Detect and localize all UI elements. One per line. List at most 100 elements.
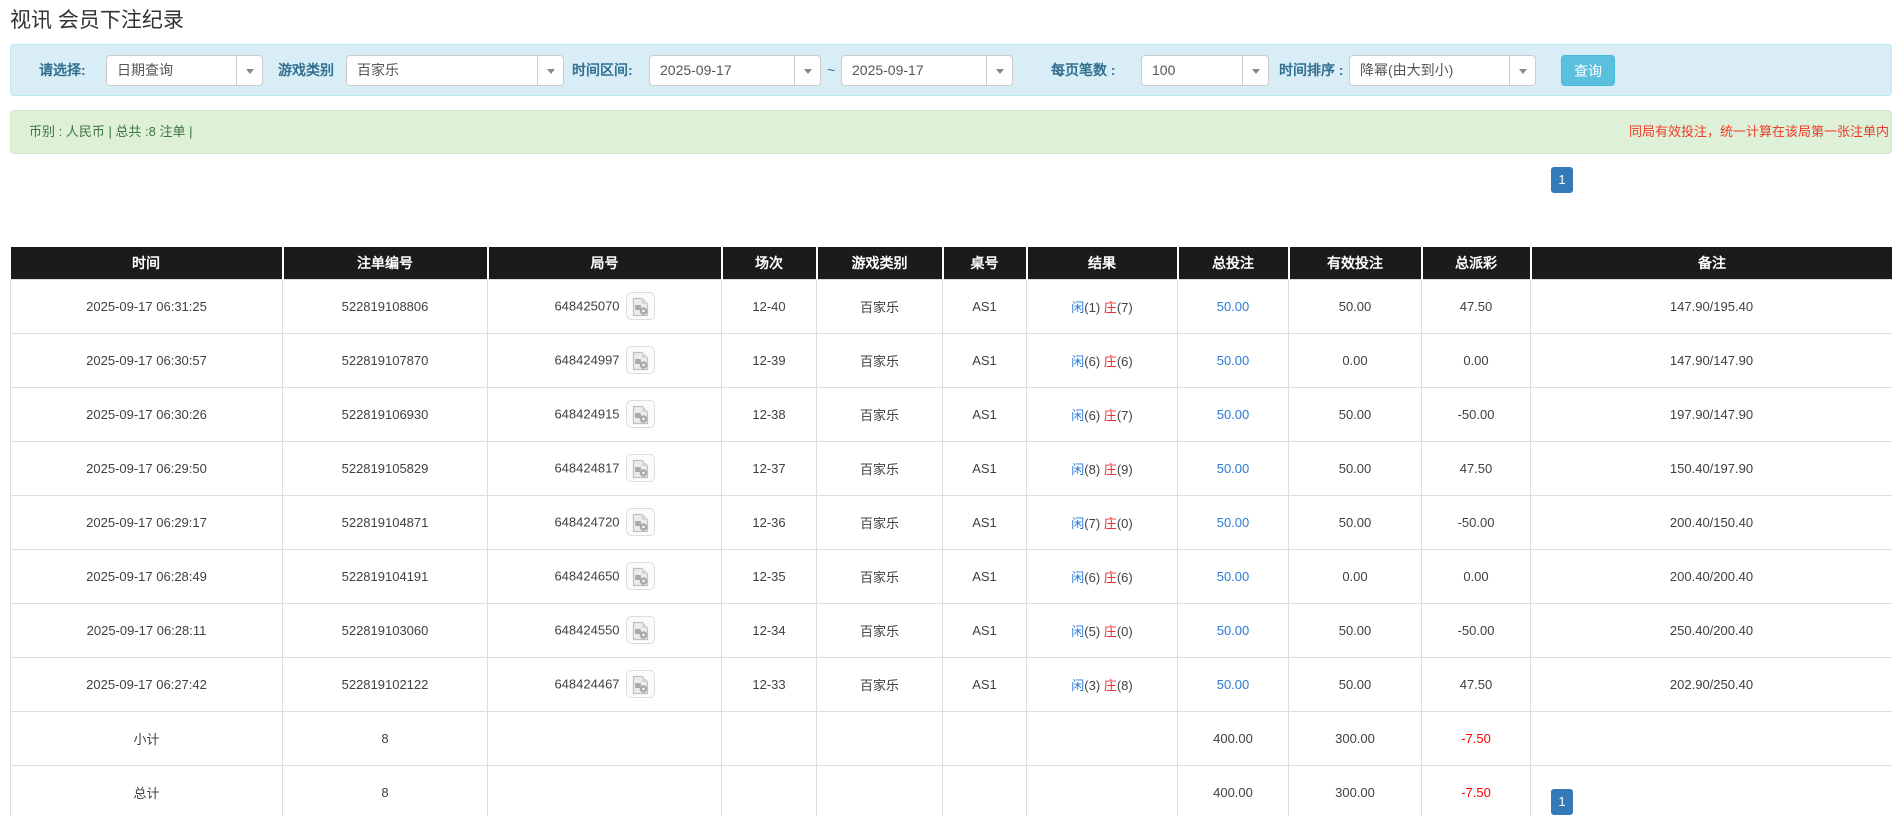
grand-total-row-payout-value: -7.50: [1461, 784, 1491, 800]
video-replay-button[interactable]: [625, 562, 655, 590]
cell-round-id: 648424550: [487, 602, 722, 658]
sort-order-select[interactable]: 降幂(由大到小): [1349, 55, 1536, 86]
result-player-label: 闲: [1071, 515, 1085, 531]
grand-total-row-empty-cell: [816, 764, 943, 816]
chevron-down-icon[interactable]: [794, 56, 820, 85]
round-id-text: 648424650: [554, 568, 620, 584]
cell-time: 2025-09-17 06:30:57: [10, 332, 283, 388]
cell-payout: 47.50: [1421, 656, 1531, 712]
pagination-page-1-top[interactable]: 1: [1551, 167, 1573, 193]
result-banker-score: (6): [1116, 353, 1133, 369]
total-bet-link[interactable]: 50.00: [1217, 677, 1250, 692]
cell-game-type: 百家乐: [816, 656, 943, 712]
cell-game-type: 百家乐: [816, 494, 943, 550]
time-range-label: 时间区间:: [572, 62, 633, 78]
date-to-select[interactable]: 2025-09-17: [841, 55, 1013, 86]
cell-valid-bet: 50.00: [1288, 494, 1422, 550]
date-type-select[interactable]: 日期查询: [106, 55, 263, 86]
cell-result: 闲(6) 庄(7): [1026, 386, 1178, 442]
grand-total-row-valid-bet: 300.00: [1288, 764, 1422, 816]
video-replay-button[interactable]: [625, 616, 655, 644]
result-banker-label: 庄: [1103, 407, 1117, 423]
cell-payout: 0.00: [1421, 332, 1531, 388]
result-banker-score: (7): [1116, 407, 1133, 423]
search-button[interactable]: 查询: [1561, 55, 1615, 86]
result-player-label: 闲: [1071, 299, 1085, 315]
cell-table-no: AS1: [942, 278, 1027, 334]
video-replay-button[interactable]: [625, 346, 655, 374]
total-bet-link[interactable]: 50.00: [1217, 353, 1250, 368]
total-bet-link[interactable]: 50.00: [1217, 569, 1250, 584]
cell-total-bet: 50.00: [1177, 278, 1289, 334]
video-icon: [632, 297, 648, 317]
cell-time: 2025-09-17 06:30:26: [10, 386, 283, 442]
video-replay-button[interactable]: [625, 670, 655, 698]
cell-round-id: 648424915: [487, 386, 722, 442]
cell-game-type: 百家乐: [816, 332, 943, 388]
total-bet-link[interactable]: 50.00: [1217, 299, 1250, 314]
cell-total-bet: 50.00: [1177, 494, 1289, 550]
cell-round-id: 648424467: [487, 656, 722, 712]
cell-valid-bet: 50.00: [1288, 602, 1422, 658]
cell-total-bet: 50.00: [1177, 656, 1289, 712]
cell-remark: 200.40/200.40: [1530, 548, 1892, 604]
cell-total-bet: 50.00: [1177, 386, 1289, 442]
chevron-down-icon[interactable]: [986, 56, 1012, 85]
cell-valid-bet: 50.00: [1288, 278, 1422, 334]
cell-payout: 0.00: [1421, 548, 1531, 604]
pagination-page-1-bottom[interactable]: 1: [1551, 789, 1573, 815]
result-banker-label: 庄: [1103, 623, 1117, 639]
cell-total-bet: 50.00: [1177, 332, 1289, 388]
result-player-score: (6): [1084, 407, 1104, 423]
filter-bar: 请选择: 日期查询 游戏类别 百家乐 时间区间: 2025-09-17 ~ 20…: [10, 44, 1892, 96]
cell-bet-id: 522819106930: [282, 386, 488, 442]
grand-total-row-empty-cell: [1026, 764, 1178, 816]
cell-table-no: AS1: [942, 440, 1027, 496]
result-banker-label: 庄: [1103, 461, 1117, 477]
video-replay-button[interactable]: [625, 508, 655, 536]
result-player-label: 闲: [1071, 677, 1085, 693]
cell-result: 闲(8) 庄(9): [1026, 440, 1178, 496]
video-replay-button[interactable]: [625, 400, 655, 428]
video-replay-button[interactable]: [625, 292, 655, 320]
cell-bet-id: 522819103060: [282, 602, 488, 658]
cell-payout: 47.50: [1421, 440, 1531, 496]
result-player-score: (6): [1084, 569, 1104, 585]
chevron-down-icon[interactable]: [1509, 56, 1535, 85]
date-from-select[interactable]: 2025-09-17: [649, 55, 821, 86]
video-replay-button[interactable]: [625, 454, 655, 482]
records-table: 时间 注单编号 局号 场次 游戏类别 桌号 结果 总投注 有效投注 总派彩 备注 2025-09-1…: [10, 247, 1892, 816]
table-row: 2025-09-17 06:31:25 522819108806 648425070…: [10, 278, 1892, 334]
result-banker-score: (8): [1116, 677, 1133, 693]
page-size-label: 每页笔数 :: [1051, 62, 1116, 78]
cell-session: 12-35: [721, 548, 817, 604]
result-banker-score: (6): [1116, 569, 1133, 585]
cell-bet-id: 522819108806: [282, 278, 488, 334]
subtotal-row-empty-cell: [942, 710, 1027, 766]
cell-payout: -50.00: [1421, 494, 1531, 550]
subtotal-row-label: 小计: [10, 710, 283, 766]
cell-session: 12-33: [721, 656, 817, 712]
cell-result: 闲(6) 庄(6): [1026, 332, 1178, 388]
total-bet-link[interactable]: 50.00: [1217, 461, 1250, 476]
cell-session: 12-40: [721, 278, 817, 334]
cell-table-no: AS1: [942, 548, 1027, 604]
select-label: 请选择:: [39, 62, 86, 78]
total-bet-link[interactable]: 50.00: [1217, 407, 1250, 422]
result-banker-label: 庄: [1103, 569, 1117, 585]
column-header: 总派彩: [1421, 247, 1532, 279]
total-bet-link[interactable]: 50.00: [1217, 515, 1250, 530]
chevron-down-icon[interactable]: [537, 56, 563, 85]
page-size-select[interactable]: 100: [1141, 55, 1269, 86]
grand-total-row-empty-cell: [721, 764, 817, 816]
cell-remark: 200.40/150.40: [1530, 494, 1892, 550]
cell-valid-bet: 50.00: [1288, 386, 1422, 442]
notice-text: 同局有效投注，统一计算在该局第一张注单内: [1628, 124, 1889, 139]
total-bet-link[interactable]: 50.00: [1217, 623, 1250, 638]
result-player-score: (3): [1084, 677, 1104, 693]
chevron-down-icon[interactable]: [236, 56, 262, 85]
chevron-down-icon[interactable]: [1242, 56, 1268, 85]
grand-total-row-total-bet: 400.00: [1177, 764, 1289, 816]
game-type-select[interactable]: 百家乐: [346, 55, 564, 86]
cell-payout: -50.00: [1421, 386, 1531, 442]
